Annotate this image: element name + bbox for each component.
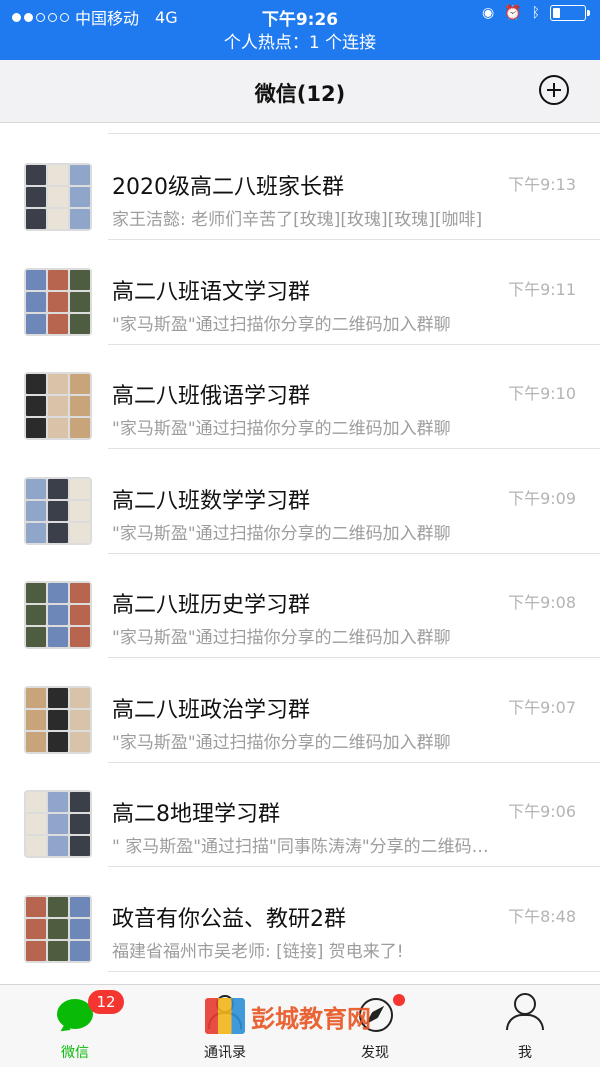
chat-preview: "家马斯盈"通过扫描你分享的二维码加入群聊 xyxy=(112,523,451,544)
chat-title: 高二八班俄语学习群 xyxy=(112,384,311,409)
alarm-icon: ⏰ xyxy=(504,5,522,21)
chat-time: 下午9:13 xyxy=(508,175,576,194)
chat-preview: " 家马斯盈"通过扫描"同事陈涛涛"分享的二维码… xyxy=(112,837,489,857)
watermark-logo: 彭城教育网 xyxy=(205,998,371,1034)
status-icons: ◉ ⏰ ᛒ xyxy=(481,5,590,21)
chat-title: 高二8地理学习群 xyxy=(112,802,280,827)
row-divider xyxy=(108,970,600,972)
chat-title: 高二八班历史学习群 xyxy=(112,593,311,618)
chat-preview: "家马斯盈"通过扫描你分享的二维码加入群聊 xyxy=(112,628,451,648)
group-avatar xyxy=(24,372,92,440)
group-avatar xyxy=(24,894,92,963)
divider xyxy=(108,133,600,134)
chat-row[interactable]: 高二八班语文学习群 "家马斯盈"通过扫描你分享的二维码加入群聊 下午9:11 xyxy=(0,241,600,345)
lock-rotation-icon: ◉ xyxy=(481,5,495,21)
chat-time: 下午9:09 xyxy=(508,488,576,508)
chat-title: 高二八班政治学习群 xyxy=(112,697,311,723)
tab-label: 微信 xyxy=(61,1045,89,1061)
tab-label: 我 xyxy=(518,1045,532,1061)
chat-row[interactable]: 高二8地理学习群 " 家马斯盈"通过扫描"同事陈涛涛"分享的二维码… 下午9:06 xyxy=(0,763,600,867)
page-title: 微信(12) xyxy=(254,82,346,106)
group-avatar xyxy=(24,685,92,754)
chat-row[interactable]: 政音有你公益、教研2群福建省福州市吴老师: [链接] 贺电来了! 下午8:48 xyxy=(0,868,600,972)
watermark-text: 彭城教育网 xyxy=(251,1003,371,1033)
unread-badge: 12 xyxy=(88,990,124,1014)
bluetooth-icon: ᛒ xyxy=(531,5,540,21)
chat-preview: "家马斯盈"通过扫描你分享的二维码加入群聊 xyxy=(112,732,451,753)
group-avatar xyxy=(24,476,92,545)
chat-title: 2020级高二八班家长群 xyxy=(112,175,344,200)
group-avatar xyxy=(24,267,92,336)
chat-time: 下午9:07 xyxy=(508,697,576,717)
book-logo-icon xyxy=(205,998,245,1034)
chat-time: 下午9:11 xyxy=(508,279,576,299)
chat-time: 下午8:48 xyxy=(508,906,576,926)
chat-preview: 家王洁懿: 老师们辛苦了[玫瑰][玫瑰][玫瑰][咖啡] xyxy=(112,210,483,230)
chat-time: 下午9:10 xyxy=(508,384,576,403)
group-avatar xyxy=(24,581,92,649)
nav-bar: 微信(12) xyxy=(0,60,600,123)
chat-row[interactable]: 高二八班历史学习群 "家马斯盈"通过扫描你分享的二维码加入群聊 下午9:08 xyxy=(0,554,600,658)
group-avatar xyxy=(24,790,92,858)
battery-icon xyxy=(550,5,590,21)
chat-time: 下午9:06 xyxy=(508,802,576,821)
tab-chats[interactable]: 12 微信 xyxy=(0,985,150,1067)
chat-preview: 福建省福州市吴老师: [链接] 贺电来了! xyxy=(112,941,404,962)
status-bar: 中国移动 4G 下午9:26 ◉ ⏰ ᛒ 个人热点：1 个连接 xyxy=(0,0,600,60)
hotspot-banner[interactable]: 个人热点：1 个连接 xyxy=(0,30,600,60)
person-icon xyxy=(514,993,536,1015)
chat-title: 政音有你公益、教研2群 xyxy=(112,906,346,932)
group-avatar xyxy=(24,163,92,231)
notification-dot xyxy=(393,994,405,1006)
chat-preview: "家马斯盈"通过扫描你分享的二维码加入群聊 xyxy=(112,419,451,439)
chat-time: 下午9:08 xyxy=(508,593,576,612)
chat-title: 高二八班数学学习群 xyxy=(112,488,311,514)
chat-row[interactable]: 高二八班数学学习群 "家马斯盈"通过扫描你分享的二维码加入群聊 下午9:09 xyxy=(0,450,600,554)
chat-row[interactable]: 2020级高二八班家长群家王洁懿: 老师们辛苦了[玫瑰][玫瑰][玫瑰][咖啡]… xyxy=(0,136,600,240)
chat-row[interactable]: 高二八班政治学习群 "家马斯盈"通过扫描你分享的二维码加入群聊 下午9:07 xyxy=(0,659,600,763)
tab-label: 发现 xyxy=(361,1045,389,1061)
plus-circle-icon[interactable] xyxy=(539,75,569,105)
chat-title: 高二八班语文学习群 xyxy=(112,279,311,305)
chat-row[interactable]: 高二八班俄语学习群 "家马斯盈"通过扫描你分享的二维码加入群聊 下午9:10 xyxy=(0,345,600,449)
tab-label: 通讯录 xyxy=(204,1045,246,1061)
chat-preview: "家马斯盈"通过扫描你分享的二维码加入群聊 xyxy=(112,314,451,335)
